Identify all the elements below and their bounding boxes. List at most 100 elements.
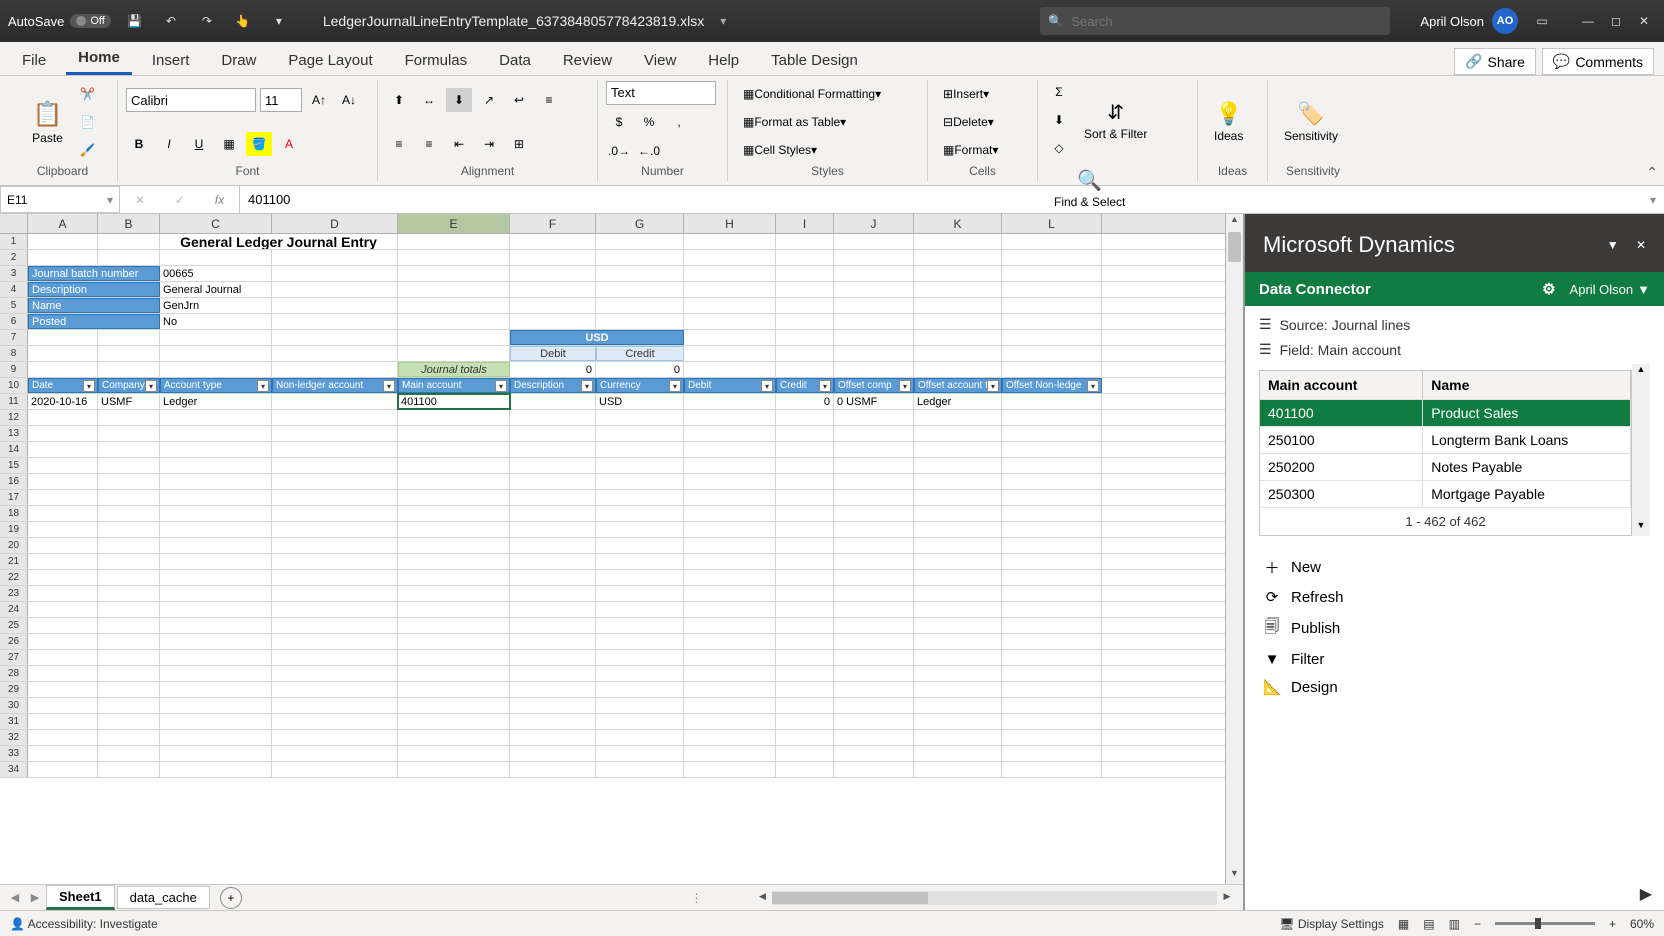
cell[interactable]: [98, 634, 160, 649]
cell[interactable]: [776, 474, 834, 489]
autosave-toggle[interactable]: AutoSave Off: [8, 14, 111, 29]
cell[interactable]: [684, 346, 776, 361]
cell[interactable]: [596, 442, 684, 457]
cell[interactable]: [160, 426, 272, 441]
cell[interactable]: [1002, 346, 1102, 361]
cell[interactable]: [28, 458, 98, 473]
th-offcomp[interactable]: Offset comp: [834, 378, 914, 393]
fx-icon[interactable]: fx: [215, 193, 224, 207]
confirm-edit-icon[interactable]: ✓: [175, 193, 185, 207]
cell[interactable]: [776, 554, 834, 569]
cell[interactable]: [684, 506, 776, 521]
cell[interactable]: [272, 618, 398, 633]
cell[interactable]: [1002, 266, 1102, 281]
cell[interactable]: [1002, 298, 1102, 313]
cell[interactable]: [1002, 714, 1102, 729]
cell[interactable]: [510, 538, 596, 553]
cell[interactable]: [98, 506, 160, 521]
cell[interactable]: [1002, 234, 1102, 249]
cell[interactable]: [684, 282, 776, 297]
cell[interactable]: [272, 714, 398, 729]
cell[interactable]: [510, 234, 596, 249]
cell[interactable]: [834, 330, 914, 345]
cell[interactable]: [98, 730, 160, 745]
sheet-nav-first-icon[interactable]: ◀: [6, 891, 24, 904]
row-header[interactable]: 19: [0, 522, 28, 537]
cell[interactable]: [1002, 506, 1102, 521]
cell[interactable]: [596, 570, 684, 585]
tab-review[interactable]: Review: [551, 46, 624, 75]
view-pagelayout-icon[interactable]: ▤: [1423, 917, 1434, 931]
cell[interactable]: [398, 714, 510, 729]
search-input[interactable]: [1071, 14, 1382, 29]
cell[interactable]: [914, 250, 1002, 265]
cell[interactable]: [98, 714, 160, 729]
cell[interactable]: [834, 634, 914, 649]
cell[interactable]: [160, 506, 272, 521]
cell[interactable]: [398, 250, 510, 265]
cell[interactable]: [776, 266, 834, 281]
lookup-col-main[interactable]: Main account: [1260, 371, 1423, 399]
cell[interactable]: [510, 586, 596, 601]
cell[interactable]: [596, 506, 684, 521]
cell-date[interactable]: 2020-10-16: [28, 394, 98, 409]
cell[interactable]: [398, 442, 510, 457]
row-header[interactable]: 6: [0, 314, 28, 329]
percent-icon[interactable]: %: [636, 110, 662, 134]
cell[interactable]: [272, 314, 398, 329]
filename-dropdown-icon[interactable]: ▾: [720, 14, 726, 28]
cell[interactable]: [776, 442, 834, 457]
cell[interactable]: [914, 362, 1002, 377]
cell[interactable]: [272, 410, 398, 425]
cell[interactable]: [1002, 698, 1102, 713]
cell[interactable]: [398, 458, 510, 473]
cell[interactable]: [272, 442, 398, 457]
font-color-button[interactable]: A: [276, 132, 302, 156]
cell[interactable]: [272, 298, 398, 313]
search-box[interactable]: 🔍: [1040, 7, 1390, 35]
cell[interactable]: [398, 474, 510, 489]
lookup-scroll-up-icon[interactable]: ▲: [1632, 364, 1650, 380]
cell[interactable]: [28, 490, 98, 505]
cell[interactable]: [776, 490, 834, 505]
cell[interactable]: [1002, 474, 1102, 489]
lookup-row[interactable]: 250200Notes Payable: [1260, 453, 1631, 480]
cell-styles-button[interactable]: ▦ Cell Styles ▾: [736, 138, 824, 162]
cell[interactable]: [1002, 762, 1102, 777]
tab-formulas[interactable]: Formulas: [393, 46, 480, 75]
cell[interactable]: [684, 426, 776, 441]
cell[interactable]: [160, 698, 272, 713]
undo-icon[interactable]: ↶: [159, 9, 183, 33]
cell[interactable]: [684, 650, 776, 665]
cell[interactable]: [510, 410, 596, 425]
cell[interactable]: [684, 554, 776, 569]
cell[interactable]: [28, 474, 98, 489]
th-main[interactable]: Main account: [398, 378, 510, 393]
cell[interactable]: [834, 746, 914, 761]
cell[interactable]: [272, 426, 398, 441]
cell[interactable]: [272, 762, 398, 777]
cell[interactable]: [28, 554, 98, 569]
cell[interactable]: [596, 426, 684, 441]
cell[interactable]: [596, 602, 684, 617]
cell[interactable]: [272, 266, 398, 281]
pane-close-icon[interactable]: ✕: [1636, 238, 1646, 252]
cell[interactable]: [28, 602, 98, 617]
cell[interactable]: [914, 618, 1002, 633]
cell[interactable]: [914, 474, 1002, 489]
scroll-left-icon[interactable]: ◀: [754, 891, 770, 905]
col-E[interactable]: E: [398, 214, 510, 233]
cell[interactable]: [28, 426, 98, 441]
cell[interactable]: [98, 650, 160, 665]
cell[interactable]: [1002, 682, 1102, 697]
cell-company[interactable]: USMF: [98, 394, 160, 409]
cell[interactable]: [98, 458, 160, 473]
cell[interactable]: [776, 458, 834, 473]
cell[interactable]: [510, 506, 596, 521]
cell[interactable]: [398, 570, 510, 585]
cell[interactable]: [510, 682, 596, 697]
cell[interactable]: [272, 586, 398, 601]
row-header[interactable]: 15: [0, 458, 28, 473]
cell[interactable]: [776, 282, 834, 297]
cell[interactable]: [510, 282, 596, 297]
